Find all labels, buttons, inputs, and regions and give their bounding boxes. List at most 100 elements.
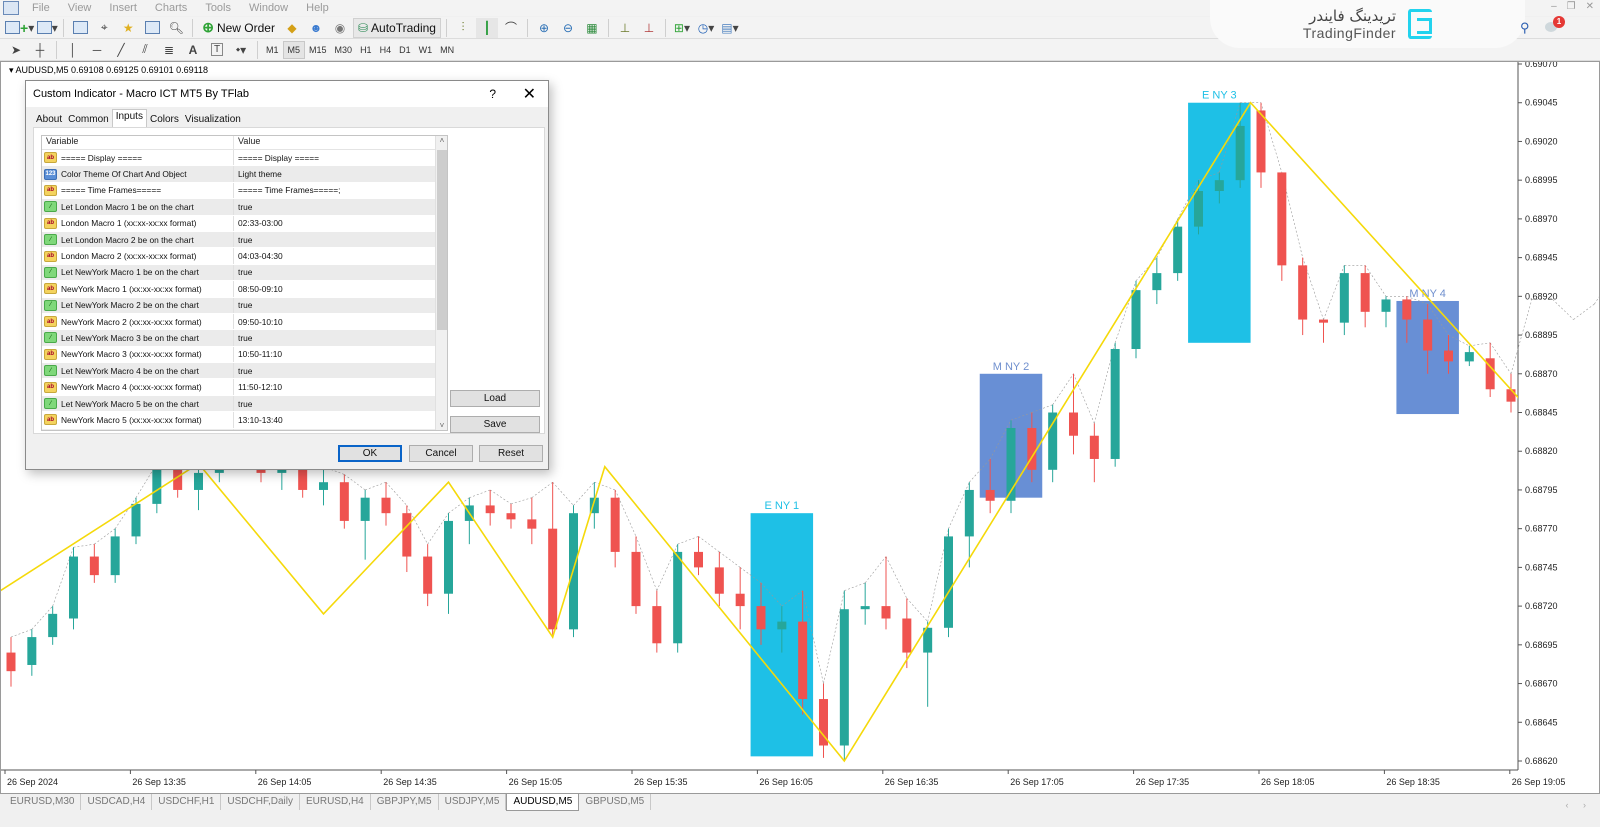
text-label-button[interactable]: T <box>206 40 228 60</box>
timeframe-m30[interactable]: M30 <box>331 41 357 59</box>
crosshair-button[interactable]: ┼ <box>29 40 51 60</box>
input-row[interactable]: ab London Macro 2 (xx:xx-xx:xx format) 04:… <box>42 248 447 265</box>
input-row[interactable]: ⁄ Let NewYork Macro 5 be on the chart true <box>42 395 447 413</box>
bar-chart-button[interactable]: ⫶ <box>452 18 474 38</box>
templates-button[interactable]: ▤ ▾ <box>719 18 741 38</box>
fibonacci-button[interactable]: ≣ <box>158 40 180 60</box>
timeframe-w1[interactable]: W1 <box>415 41 437 59</box>
input-row[interactable]: ⁄ Let NewYork Macro 1 be on the chart true <box>42 264 447 282</box>
save-button[interactable]: Save <box>450 416 540 433</box>
value-cell[interactable]: true <box>234 300 252 310</box>
autoscroll-button[interactable]: ⊥ <box>614 18 636 38</box>
vertical-line-button[interactable]: │ <box>62 40 84 60</box>
cancel-button[interactable]: Cancel <box>409 445 473 462</box>
market-depth-button[interactable]: ◆ <box>281 18 303 38</box>
value-cell[interactable]: 10:50-11:10 <box>234 349 282 359</box>
horizontal-line-button[interactable]: ─ <box>86 40 108 60</box>
dialog-tab-visualization[interactable]: Visualization <box>182 111 244 128</box>
input-row[interactable]: ⁄ Let NewYork Macro 2 be on the chart true <box>42 297 447 314</box>
menu-window[interactable]: Window <box>240 0 297 16</box>
value-cell[interactable]: true <box>234 235 252 245</box>
ok-button[interactable]: OK <box>338 445 402 462</box>
input-row[interactable]: ab NewYork Macro 3 (xx:xx-xx:xx format) 10… <box>42 346 447 364</box>
autotrading-button[interactable]: ⛁ AutoTrading <box>352 17 441 38</box>
close-window-icon[interactable]: ✕ <box>1586 1 1594 12</box>
search-icon[interactable]: ⚲ <box>1520 20 1530 36</box>
value-cell[interactable]: 09:50-10:10 <box>234 317 283 327</box>
dialog-tab-about[interactable]: About <box>33 111 65 128</box>
scroll-down-icon[interactable]: ˅ <box>436 421 447 430</box>
navigator-button[interactable]: ★ <box>117 18 139 38</box>
timeframe-h1[interactable]: H1 <box>356 41 376 59</box>
timeframe-mn[interactable]: MN <box>436 41 458 59</box>
toolbox-button[interactable] <box>141 18 163 38</box>
input-row[interactable]: ab London Macro 1 (xx:xx-xx:xx format) 02:… <box>42 215 447 232</box>
load-button[interactable]: Load <box>450 390 540 407</box>
value-cell[interactable]: 08:50-09:10 <box>234 284 283 294</box>
minimize-icon[interactable]: – <box>1551 1 1557 12</box>
close-icon[interactable]: ✕ <box>523 84 536 104</box>
menu-file[interactable]: File <box>23 0 59 16</box>
chart-tab[interactable]: EURUSD,M30 <box>4 794 82 810</box>
indicators-button[interactable]: ⊞ ▾ <box>671 18 693 38</box>
text-button[interactable]: A <box>182 40 204 60</box>
reset-button[interactable]: Reset <box>479 445 543 462</box>
candlestick-button[interactable]: ┃ <box>475 17 498 38</box>
value-cell[interactable]: true <box>234 366 252 376</box>
input-row[interactable]: 123 Color Theme Of Chart And Object Light … <box>42 166 447 183</box>
tab-scroll-arrows[interactable]: ‹ › <box>1566 800 1593 810</box>
value-cell[interactable]: true <box>234 333 252 343</box>
input-row[interactable]: ⁄ Let London Macro 1 be on the chart true <box>42 199 447 216</box>
shapes-button[interactable]: ⬩ ▾ <box>230 40 252 60</box>
tile-windows-button[interactable]: ▦ <box>581 18 603 38</box>
input-row[interactable]: ab NewYork Macro 4 (xx:xx-xx:xx format) 11… <box>42 379 447 396</box>
timeframe-h4[interactable]: H4 <box>376 41 396 59</box>
help-button[interactable]: ? <box>489 87 496 101</box>
profiles-button[interactable]: ▾ <box>36 18 58 38</box>
equidistant-channel-button[interactable]: ⫽ <box>134 40 156 60</box>
input-row[interactable]: ⁄Let NewYork Macro 6 be on the charttrue <box>42 428 447 430</box>
chart-tab[interactable]: USDCHF,Daily <box>221 794 300 810</box>
value-cell[interactable]: 04:03-04:30 <box>234 251 283 261</box>
dialog-tab-common[interactable]: Common <box>65 111 112 128</box>
value-cell[interactable]: ===== Display ===== <box>234 153 319 163</box>
menu-charts[interactable]: Charts <box>146 0 196 16</box>
cursor-button[interactable]: ➤ <box>5 40 27 60</box>
timeframe-d1[interactable]: D1 <box>395 41 415 59</box>
chart-tab[interactable]: GBPUSD,M5 <box>579 794 652 810</box>
input-row[interactable]: ⁄ Let NewYork Macro 3 be on the chart true <box>42 330 447 347</box>
timeframe-m15[interactable]: M15 <box>305 41 331 59</box>
chart-shift-button[interactable]: ⊥ <box>638 18 660 38</box>
input-row[interactable]: ⁄ Let NewYork Macro 4 be on the chart true <box>42 363 447 380</box>
value-cell[interactable]: 02:33-03:00 <box>234 218 283 228</box>
input-row[interactable]: ab NewYork Macro 1 (xx:xx-xx:xx format) 08… <box>42 281 447 298</box>
new-chart-button[interactable]: + ▾ <box>5 18 34 38</box>
value-cell[interactable]: true <box>234 267 252 277</box>
menu-help[interactable]: Help <box>297 0 338 16</box>
chart-tab[interactable]: USDJPY,M5 <box>439 794 507 810</box>
scroll-up-icon[interactable]: ˄ <box>436 136 447 145</box>
notifications-button[interactable]: 1 <box>1545 16 1565 34</box>
value-cell[interactable]: true <box>234 399 252 409</box>
chart-tab[interactable]: EURUSD,H4 <box>300 794 371 810</box>
scrollbar-thumb[interactable] <box>437 150 447 330</box>
menu-view[interactable]: View <box>59 0 101 16</box>
chart-tab[interactable]: USDCAD,H4 <box>81 794 153 810</box>
value-cell[interactable]: true <box>234 202 252 212</box>
timeframe-m5[interactable]: M5 <box>282 40 306 59</box>
periods-button[interactable]: ◷ ▾ <box>695 18 717 38</box>
input-row[interactable]: ⁄ Let London Macro 2 be on the chart true <box>42 231 447 249</box>
input-row[interactable]: ab NewYork Macro 5 (xx:xx-xx:xx format) 13… <box>42 412 447 429</box>
dialog-tab-inputs[interactable]: Inputs <box>111 109 147 128</box>
restore-icon[interactable]: ❐ <box>1567 1 1576 12</box>
zoom-out-button[interactable]: ⊖ <box>557 18 579 38</box>
value-cell[interactable]: ===== Time Frames=====; <box>234 185 340 195</box>
signals-button[interactable]: ☻ <box>305 18 327 38</box>
new-order-button[interactable]: ⊕ New Order <box>198 18 279 38</box>
strategy-tester-button[interactable]: 🔍︎ <box>165 18 187 38</box>
value-cell[interactable]: Light theme <box>234 169 282 179</box>
zoom-in-button[interactable]: ⊕ <box>533 18 555 38</box>
vps-button[interactable]: ◉ <box>329 18 351 38</box>
chart-tab[interactable]: AUDUSD,M5 <box>506 794 580 811</box>
value-cell[interactable]: 13:10-13:40 <box>234 415 283 425</box>
